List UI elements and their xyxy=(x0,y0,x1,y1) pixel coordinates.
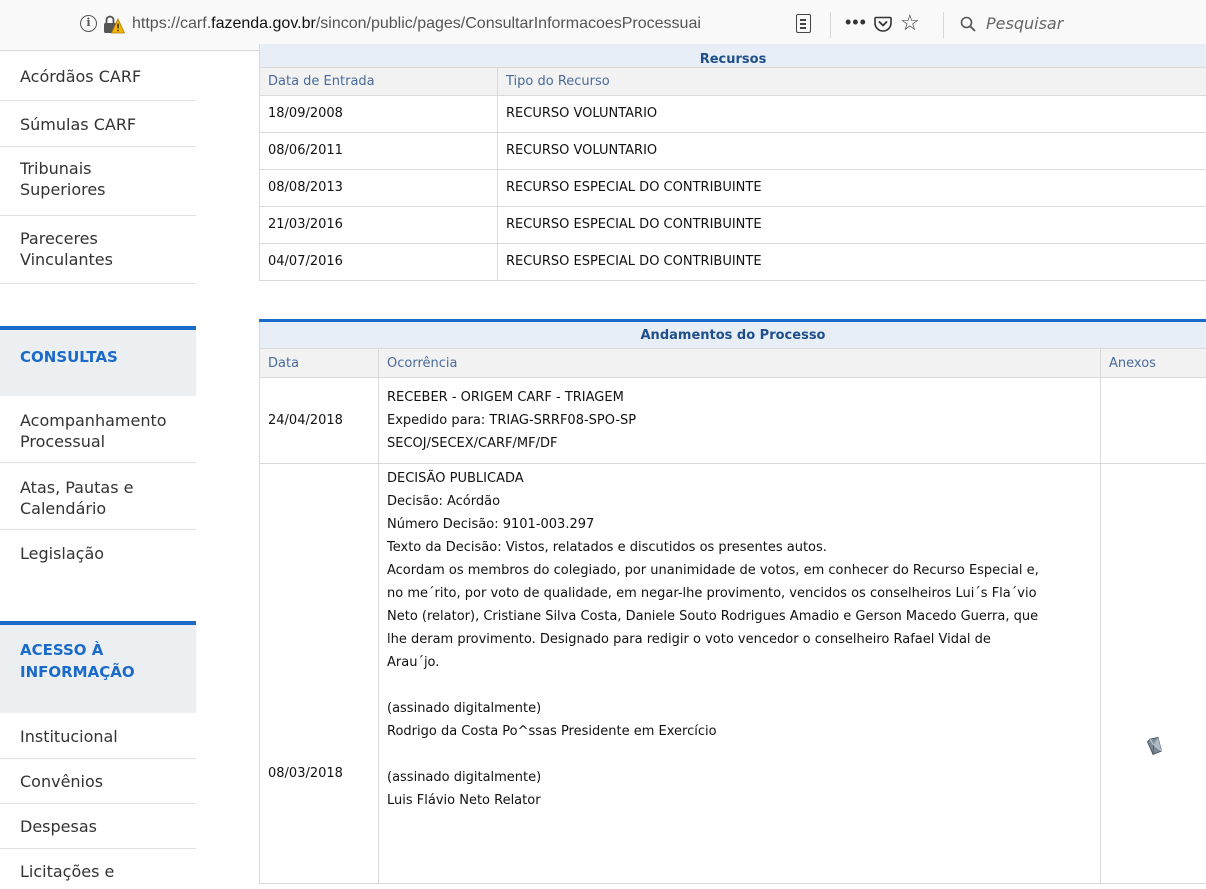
andamento-ocorrencia: DECISÃO PUBLICADA Decisão: Acórdão Númer… xyxy=(379,464,1101,884)
ocorrencia-line: Rodrigo da Costa Po^ssas Presidente em E… xyxy=(387,720,1092,743)
search-input[interactable] xyxy=(984,13,1188,34)
sidebar-item-convenios[interactable]: Convênios xyxy=(0,759,196,804)
recursos-title: Recursos xyxy=(260,44,1206,67)
ocorrencia-line: no me´rito, por voto de qualidade, em ne… xyxy=(387,582,1092,605)
andamentos-title-row: Andamentos do Processo xyxy=(260,321,1206,349)
url-domain: fazenda.gov.br xyxy=(211,15,316,32)
page-actions-menu-icon[interactable]: ••• xyxy=(845,12,867,33)
ocorrencia-line: Expedido para: TRIAG-SRRF08-SPO-SP xyxy=(387,409,1092,432)
recurso-date: 21/03/2016 xyxy=(260,206,498,243)
sidebar-item-despesas[interactable]: Despesas xyxy=(0,804,196,849)
table-row: 08/06/2011 RECURSO VOLUNTARIO xyxy=(260,132,1206,169)
section-title: CONSULTAS xyxy=(20,348,118,366)
sidebar-item-label: Despesas xyxy=(20,817,97,836)
ocorrencia-line: Decisão: Acórdão xyxy=(387,490,1092,513)
sidebar-item-acompanhamento[interactable]: Acompanhamento Processual xyxy=(0,396,196,463)
sidebar-item-licitacoes[interactable]: Licitações e xyxy=(0,849,196,889)
section-title: ACESSO À INFORMAÇÃO xyxy=(20,641,135,681)
sidebar-item-label: Acórdãos CARF xyxy=(20,67,141,86)
ocorrencia-line: Número Decisão: 9101-003.297 xyxy=(387,513,1092,536)
recurso-tipo: RECURSO ESPECIAL DO CONTRIBUINTE xyxy=(498,243,1206,280)
andamento-ocorrencia: RECEBER - ORIGEM CARF - TRIAGEM Expedido… xyxy=(379,378,1101,464)
info-icon[interactable]: i xyxy=(80,15,97,32)
search-icon xyxy=(960,16,976,32)
sidebar-item-legislacao[interactable]: Legislação xyxy=(0,530,196,580)
column-header-anexos: Anexos xyxy=(1101,349,1206,378)
column-header-data-entrada: Data de Entrada xyxy=(260,67,498,95)
recursos-table: Recursos Data de Entrada Tipo do Recurso… xyxy=(259,44,1206,281)
recurso-tipo: RECURSO VOLUNTARIO xyxy=(498,132,1206,169)
table-row: 18/09/2008 RECURSO VOLUNTARIO xyxy=(260,95,1206,132)
sidebar-item-atas[interactable]: Atas, Pautas e Calendário xyxy=(0,463,196,530)
column-header-ocorrencia: Ocorrência xyxy=(379,349,1101,378)
sidebar-item-tribunais[interactable]: Tribunais Superiores xyxy=(0,147,196,216)
recurso-date: 08/08/2013 xyxy=(260,169,498,206)
recurso-tipo: RECURSO ESPECIAL DO CONTRIBUINTE xyxy=(498,169,1206,206)
sidebar-item-institucional[interactable]: Institucional xyxy=(0,713,196,759)
ocorrencia-line: lhe deram provimento. Designado para red… xyxy=(387,628,1092,651)
andamento-date: 08/03/2018 xyxy=(260,464,379,884)
url-fade xyxy=(700,12,770,40)
ocorrencia-line: Neto (relator), Cristiane Silva Costa, D… xyxy=(387,605,1092,628)
sidebar-item-label: Atas, Pautas e Calendário xyxy=(20,478,133,518)
table-row: 24/04/2018 RECEBER - ORIGEM CARF - TRIAG… xyxy=(260,378,1206,464)
sidebar-item-label: Acompanhamento Processual xyxy=(20,411,167,451)
ocorrencia-line: Texto da Decisão: Vistos, relatados e di… xyxy=(387,536,1092,559)
sidebar-item-pareceres[interactable]: Pareceres Vinculantes xyxy=(0,216,196,284)
recurso-date: 04/07/2016 xyxy=(260,243,498,280)
andamento-anexos xyxy=(1101,378,1206,464)
bookmark-star-icon[interactable]: ☆ xyxy=(900,10,920,36)
sidebar-item-label: Pareceres Vinculantes xyxy=(20,229,113,269)
pocket-icon[interactable] xyxy=(874,16,892,32)
ocorrencia-line: DECISÃO PUBLICADA xyxy=(387,467,1092,490)
sidebar-item-acordaos[interactable]: Acórdãos CARF xyxy=(0,50,196,101)
toolbar-divider xyxy=(830,12,831,38)
ocorrencia-blank-line xyxy=(387,743,1092,766)
ocorrencia-line: (assinado digitalmente) xyxy=(387,766,1092,789)
ocorrencia-blank-line xyxy=(387,674,1092,697)
andamentos-table: Andamentos do Processo Data Ocorrência A… xyxy=(259,319,1206,884)
ocorrencia-line: RECEBER - ORIGEM CARF - TRIAGEM xyxy=(387,386,1092,409)
recurso-tipo: RECURSO ESPECIAL DO CONTRIBUINTE xyxy=(498,206,1206,243)
table-row: 21/03/2016 RECURSO ESPECIAL DO CONTRIBUI… xyxy=(260,206,1206,243)
url-path: /sincon/public/pages/ConsultarInformacoe… xyxy=(316,15,701,32)
recurso-date: 08/06/2011 xyxy=(260,132,498,169)
recurso-tipo: RECURSO VOLUNTARIO xyxy=(498,95,1206,132)
url-prefix: https://carf. xyxy=(132,15,211,32)
sidebar-item-label: Súmulas CARF xyxy=(20,115,136,134)
table-row: 04/07/2016 RECURSO ESPECIAL DO CONTRIBUI… xyxy=(260,243,1206,280)
sidebar-item-label: Legislação xyxy=(20,544,104,563)
andamentos-header-row: Data Ocorrência Anexos xyxy=(260,349,1206,378)
sidebar-item-sumulas[interactable]: Súmulas CARF xyxy=(0,101,196,147)
insecure-lock-icon[interactable] xyxy=(103,15,125,35)
ocorrencia-line: Luis Flávio Neto Relator xyxy=(387,789,1092,812)
column-header-data: Data xyxy=(260,349,379,378)
document-attachment-icon[interactable] xyxy=(1146,737,1162,756)
url-text[interactable]: https://carf.fazenda.gov.br/sincon/publi… xyxy=(132,15,752,33)
ocorrencia-line: Arau´jo. xyxy=(387,651,1092,674)
reader-view-icon[interactable] xyxy=(796,14,811,33)
toolbar-divider xyxy=(943,12,944,38)
sidebar-item-label: Institucional xyxy=(20,727,118,746)
column-header-tipo-recurso: Tipo do Recurso xyxy=(498,67,1206,95)
recursos-header-row: Data de Entrada Tipo do Recurso xyxy=(260,67,1206,95)
sidebar-item-label: Licitações e xyxy=(20,862,114,881)
andamento-date: 24/04/2018 xyxy=(260,378,379,464)
ocorrencia-line: SECOJ/SECEX/CARF/MF/DF xyxy=(387,432,1092,455)
sidebar: Acórdãos CARF Súmulas CARF Tribunais Sup… xyxy=(0,50,196,879)
section-acesso: ACESSO À INFORMAÇÃO xyxy=(0,621,196,713)
table-row: 08/08/2013 RECURSO ESPECIAL DO CONTRIBUI… xyxy=(260,169,1206,206)
recursos-title-row: Recursos xyxy=(260,44,1206,67)
recurso-date: 18/09/2008 xyxy=(260,95,498,132)
andamentos-title: Andamentos do Processo xyxy=(260,321,1206,349)
sidebar-item-label: Convênios xyxy=(20,772,103,791)
andamento-anexos xyxy=(1101,464,1206,884)
table-row: 08/03/2018 DECISÃO PUBLICADA Decisão: Ac… xyxy=(260,464,1206,884)
sidebar-item-label: Tribunais Superiores xyxy=(20,159,106,199)
ocorrencia-line: Acordam os membros do colegiado, por una… xyxy=(387,559,1092,582)
section-consultas: CONSULTAS xyxy=(0,326,196,396)
ocorrencia-line: (assinado digitalmente) xyxy=(387,697,1092,720)
